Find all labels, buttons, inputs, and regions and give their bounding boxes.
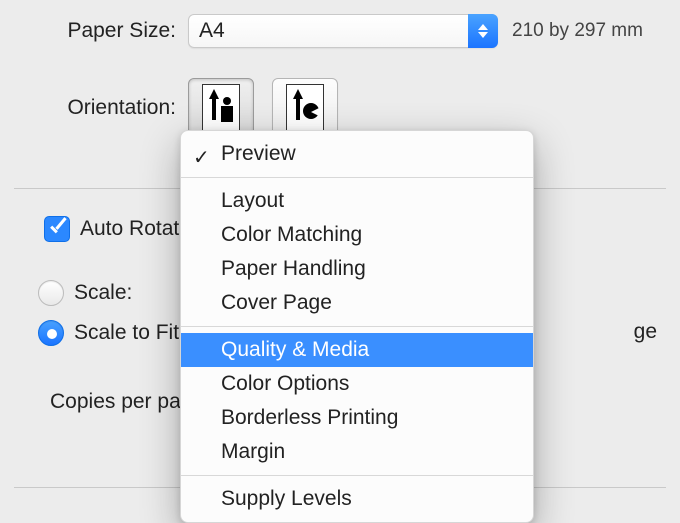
menu-item-color-matching[interactable]: Color Matching xyxy=(181,218,533,252)
paper-size-row: Paper Size: A4 210 by 297 mm xyxy=(0,14,680,48)
menu-item-quality-media[interactable]: Quality & Media xyxy=(181,333,533,367)
menu-separator xyxy=(181,177,533,178)
scale-row: Scale: xyxy=(38,280,132,306)
menu-separator xyxy=(181,326,533,327)
menu-item-color-options[interactable]: Color Options xyxy=(181,367,533,401)
scale-to-fit-radio[interactable] xyxy=(38,320,64,346)
orientation-row: Orientation: xyxy=(0,78,680,138)
menu-item-cover-page[interactable]: Cover Page xyxy=(181,286,533,320)
auto-rotate-label: Auto Rotate xyxy=(80,217,191,241)
orientation-portrait-button[interactable] xyxy=(188,78,254,138)
menu-separator xyxy=(181,475,533,476)
menu-item-margin[interactable]: Margin xyxy=(181,435,533,469)
landscape-page-icon xyxy=(286,84,324,132)
portrait-page-icon xyxy=(202,84,240,132)
scale-to-fit-trailing: ge xyxy=(634,320,657,344)
auto-rotate-row: Auto Rotate xyxy=(44,216,191,242)
scale-radio[interactable] xyxy=(38,280,64,306)
popup-arrows-icon xyxy=(468,14,498,48)
orientation-landscape-button[interactable] xyxy=(272,78,338,138)
paper-size-dimensions: 210 by 297 mm xyxy=(512,20,643,42)
paper-size-popup[interactable]: A4 xyxy=(188,14,498,48)
scale-label: Scale: xyxy=(74,281,132,305)
checkmark-icon: ✓ xyxy=(193,145,210,170)
menu-item-borderless-printing[interactable]: Borderless Printing xyxy=(181,401,533,435)
paper-size-label: Paper Size: xyxy=(0,19,188,43)
menu-item-preview[interactable]: ✓ Preview xyxy=(181,137,533,171)
orientation-label: Orientation: xyxy=(0,96,188,120)
print-options-menu[interactable]: ✓ Preview Layout Color Matching Paper Ha… xyxy=(180,130,534,523)
scale-to-fit-label: Scale to Fit: xyxy=(74,321,185,345)
paper-size-value: A4 xyxy=(199,19,225,43)
menu-item-layout[interactable]: Layout xyxy=(181,184,533,218)
menu-item-paper-handling[interactable]: Paper Handling xyxy=(181,252,533,286)
scale-to-fit-row: Scale to Fit: xyxy=(38,320,185,346)
menu-item-supply-levels[interactable]: Supply Levels xyxy=(181,482,533,516)
auto-rotate-checkbox[interactable] xyxy=(44,216,70,242)
